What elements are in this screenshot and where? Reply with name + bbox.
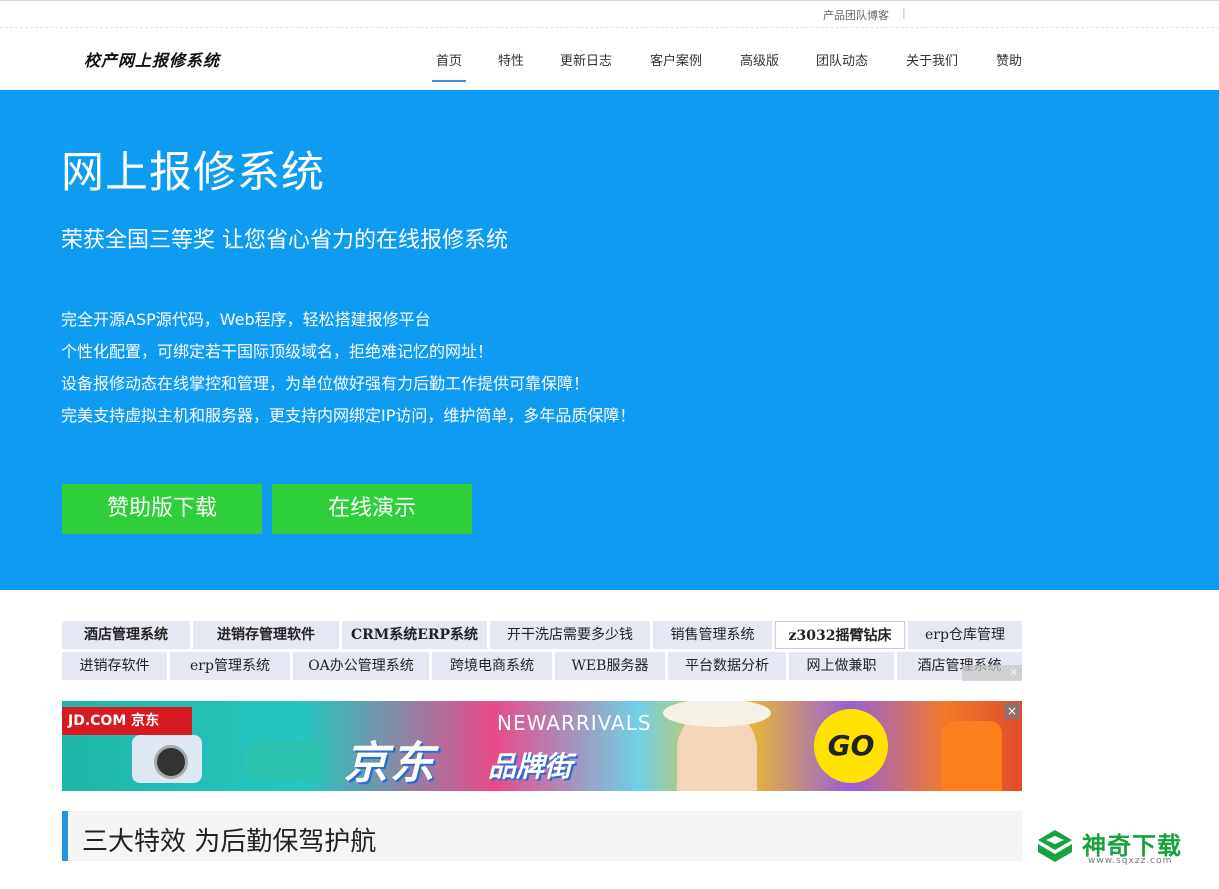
ad-link[interactable]: 销售管理系统 [653, 621, 772, 649]
nav-premium[interactable]: 高级版 [740, 50, 779, 69]
team-blog-link[interactable]: 产品团队博客 [823, 7, 889, 23]
go-badge: GO [814, 709, 888, 783]
online-demo-button[interactable]: 在线演示 [272, 484, 472, 534]
banner-subheadline: 品牌街 [488, 750, 573, 783]
section-title: 三大特效 为后勤保驾护航 [82, 827, 377, 857]
hero-subtitle: 荣获全国三等奖 让您省心省力的在线报修系统 [61, 228, 508, 253]
jd-brand-label: JD.COM 京东 [62, 707, 192, 735]
go-label: GO [827, 729, 875, 762]
ad-link[interactable]: WEB服务器 [555, 652, 665, 680]
nav-customer-cases[interactable]: 客户案例 [650, 50, 702, 69]
banner-close-icon[interactable]: × [1004, 703, 1020, 719]
ad-link[interactable]: 酒店管理系统 [62, 621, 190, 649]
hero-section: 网上报修系统 荣获全国三等奖 让您省心省力的在线报修系统 完全开源ASP源代码，… [0, 90, 1219, 590]
banner-headline: 京东 [344, 738, 436, 789]
ad-link[interactable]: 开干洗店需要多少钱 [490, 621, 650, 649]
ad-link[interactable]: 平台数据分析 [668, 652, 786, 680]
ad-link[interactable]: 进销存管理软件 [193, 621, 339, 649]
jd-ad-banner[interactable]: JD.COM 京东 NEWARRIVALS 京东 品牌街 GO × [62, 701, 1022, 791]
hero-title: 网上报修系统 [61, 148, 325, 198]
nav-team-news[interactable]: 团队动态 [816, 50, 868, 69]
ad-link[interactable]: OA办公管理系统 [293, 652, 429, 680]
nav-changelog[interactable]: 更新日志 [560, 50, 612, 69]
watermark-url: www.sqxzz.com [1088, 856, 1173, 866]
ad-link[interactable]: erp管理系统 [170, 652, 290, 680]
top-utility-bar: 产品团队博客 | [0, 0, 1219, 28]
ad-link[interactable]: CRM系统ERP系统 [342, 621, 487, 649]
hero-feature-line: 个性化配置，可绑定若干国际顶级域名，拒绝难记忆的网址！ [61, 342, 494, 361]
camera-lens [154, 745, 188, 779]
ad-link-grid: 酒店管理系统 进销存管理软件 CRM系统ERP系统 开干洗店需要多少钱 销售管理… [62, 621, 1022, 681]
model-image [663, 701, 771, 791]
watermark-logo-icon [1038, 830, 1072, 862]
ad-link[interactable]: 进销存软件 [62, 652, 167, 680]
hero-feature-line: 设备报修动态在线掌控和管理，为单位做好强有力后勤工作提供可靠保障！ [61, 374, 590, 393]
nav-sponsor[interactable]: 赞助 [996, 50, 1022, 69]
features-section-header: 三大特效 为后勤保驾护航 [62, 811, 1022, 861]
banner-tagline: NEWARRIVALS [497, 711, 652, 735]
hero-feature-list: 完全开源ASP源代码，Web程序，轻松搭建报修平台 个性化配置，可绑定若干国际顶… [61, 304, 635, 432]
site-logo[interactable]: 校产网上报修系统 [84, 47, 220, 71]
hero-feature-line: 完美支持虚拟主机和服务器，更支持内网绑定IP访问，维护简单，多年品质保障！ [61, 406, 636, 425]
section-accent-bar [62, 811, 68, 861]
download-button[interactable]: 赞助版下载 [62, 484, 262, 534]
nav-home[interactable]: 首页 [431, 50, 467, 82]
ad-link[interactable]: 跨境电商系统 [432, 652, 552, 680]
hero-feature-line: 完全开源ASP源代码，Web程序，轻松搭建报修平台 [61, 310, 431, 329]
nav-about-us[interactable]: 关于我们 [906, 50, 958, 69]
ad-link[interactable]: z3032摇臂钻床 [775, 621, 905, 649]
ad-close-button[interactable]: × [962, 665, 1022, 681]
ad-link[interactable]: erp仓库管理 [908, 621, 1022, 649]
shoe-image [242, 741, 322, 781]
site-header: 校产网上报修系统 首页 特性 更新日志 客户案例 高级版 团队动态 关于我们 赞… [0, 28, 1219, 90]
camera-image [132, 735, 202, 783]
ad-link[interactable]: 网上做兼职 [789, 652, 894, 680]
hat-image [663, 701, 771, 727]
nav-features[interactable]: 特性 [498, 50, 524, 69]
jacket-image [942, 721, 1002, 791]
topbar-separator: | [902, 6, 906, 19]
site-watermark: 神奇下载 www.sqxzz.com [1036, 826, 1206, 872]
